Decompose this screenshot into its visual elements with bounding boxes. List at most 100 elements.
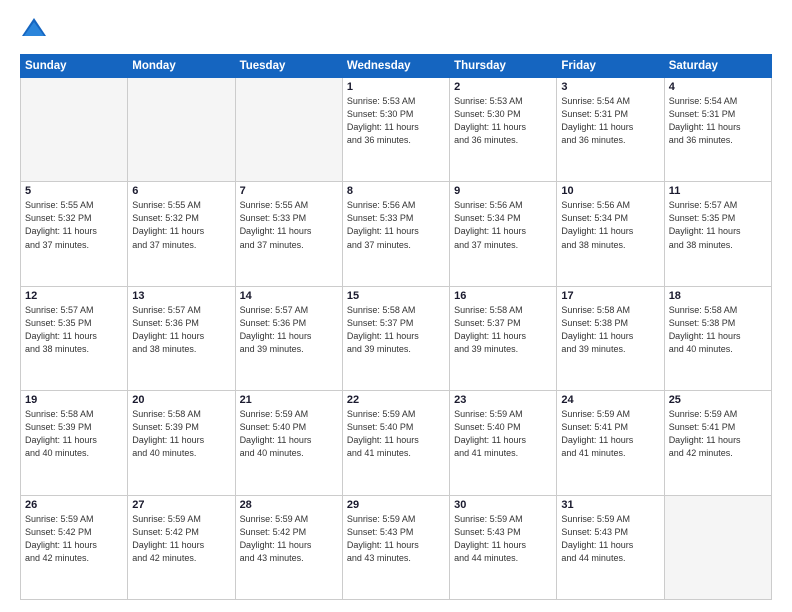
day-info: Sunrise: 5:56 AM Sunset: 5:33 PM Dayligh…	[347, 199, 445, 251]
day-number: 2	[454, 81, 552, 93]
page: SundayMondayTuesdayWednesdayThursdayFrid…	[0, 0, 792, 612]
calendar-table: SundayMondayTuesdayWednesdayThursdayFrid…	[20, 54, 772, 600]
day-number: 6	[132, 185, 230, 197]
header	[20, 16, 772, 44]
calendar-cell: 5 Sunrise: 5:55 AM Sunset: 5:32 PM Daylig…	[21, 182, 128, 286]
calendar-cell: 4 Sunrise: 5:54 AM Sunset: 5:31 PM Daylig…	[664, 78, 771, 182]
day-info: Sunrise: 5:55 AM Sunset: 5:33 PM Dayligh…	[240, 199, 338, 251]
day-info: Sunrise: 5:57 AM Sunset: 5:36 PM Dayligh…	[132, 304, 230, 356]
calendar-cell: 7Sunrise: 5:55 AM Sunset: 5:33 PM Daylig…	[235, 182, 342, 286]
weekday-header-sunday: Sunday	[21, 55, 128, 78]
calendar-cell: 11 Sunrise: 5:57 AM Sunset: 5:35 PM Dayli…	[664, 182, 771, 286]
day-info: Sunrise: 5:57 AM Sunset: 5:35 PM Dayligh…	[669, 199, 767, 251]
day-number: 12	[25, 290, 123, 302]
day-info: Sunrise: 5:56 AM Sunset: 5:34 PM Dayligh…	[561, 199, 659, 251]
day-info: Sunrise: 5:59 AM Sunset: 5:41 PM Dayligh…	[669, 408, 767, 460]
day-info: Sunrise: 5:53 AM Sunset: 5:30 PM Dayligh…	[454, 95, 552, 147]
day-number: 17	[561, 290, 659, 302]
day-info: Sunrise: 5:55 AM Sunset: 5:32 PM Dayligh…	[132, 199, 230, 251]
weekday-header-tuesday: Tuesday	[235, 55, 342, 78]
logo	[20, 16, 52, 44]
day-info: Sunrise: 5:58 AM Sunset: 5:39 PM Dayligh…	[25, 408, 123, 460]
day-info: Sunrise: 5:58 AM Sunset: 5:38 PM Dayligh…	[561, 304, 659, 356]
calendar-cell: 29Sunrise: 5:59 AM Sunset: 5:43 PM Dayli…	[342, 495, 449, 599]
day-info: Sunrise: 5:59 AM Sunset: 5:42 PM Dayligh…	[25, 513, 123, 565]
day-info: Sunrise: 5:59 AM Sunset: 5:43 PM Dayligh…	[561, 513, 659, 565]
calendar-cell: 26 Sunrise: 5:59 AM Sunset: 5:42 PM Dayli…	[21, 495, 128, 599]
calendar-cell: 30 Sunrise: 5:59 AM Sunset: 5:43 PM Dayli…	[450, 495, 557, 599]
day-info: Sunrise: 5:58 AM Sunset: 5:37 PM Dayligh…	[347, 304, 445, 356]
day-info: Sunrise: 5:57 AM Sunset: 5:36 PM Dayligh…	[240, 304, 338, 356]
day-info: Sunrise: 5:59 AM Sunset: 5:41 PM Dayligh…	[561, 408, 659, 460]
day-number: 31	[561, 499, 659, 511]
day-info: Sunrise: 5:56 AM Sunset: 5:34 PM Dayligh…	[454, 199, 552, 251]
day-info: Sunrise: 5:59 AM Sunset: 5:40 PM Dayligh…	[454, 408, 552, 460]
day-info: Sunrise: 5:58 AM Sunset: 5:38 PM Dayligh…	[669, 304, 767, 356]
day-number: 8	[347, 185, 445, 197]
day-info: Sunrise: 5:55 AM Sunset: 5:32 PM Dayligh…	[25, 199, 123, 251]
day-number: 10	[561, 185, 659, 197]
day-number: 13	[132, 290, 230, 302]
day-number: 11	[669, 185, 767, 197]
calendar-week-4: 19 Sunrise: 5:58 AM Sunset: 5:39 PM Dayli…	[21, 391, 772, 495]
calendar-cell: 15Sunrise: 5:58 AM Sunset: 5:37 PM Dayli…	[342, 286, 449, 390]
calendar-cell: 23 Sunrise: 5:59 AM Sunset: 5:40 PM Dayli…	[450, 391, 557, 495]
calendar-cell: 10 Sunrise: 5:56 AM Sunset: 5:34 PM Dayli…	[557, 182, 664, 286]
calendar-cell: 2 Sunrise: 5:53 AM Sunset: 5:30 PM Daylig…	[450, 78, 557, 182]
day-number: 26	[25, 499, 123, 511]
day-number: 5	[25, 185, 123, 197]
weekday-header-thursday: Thursday	[450, 55, 557, 78]
day-number: 27	[132, 499, 230, 511]
calendar-cell: 13 Sunrise: 5:57 AM Sunset: 5:36 PM Dayli…	[128, 286, 235, 390]
day-info: Sunrise: 5:59 AM Sunset: 5:43 PM Dayligh…	[347, 513, 445, 565]
weekday-header-row: SundayMondayTuesdayWednesdayThursdayFrid…	[21, 55, 772, 78]
calendar-cell: 6 Sunrise: 5:55 AM Sunset: 5:32 PM Daylig…	[128, 182, 235, 286]
calendar-cell: 28Sunrise: 5:59 AM Sunset: 5:42 PM Dayli…	[235, 495, 342, 599]
calendar-cell: 21 Sunrise: 5:59 AM Sunset: 5:40 PM Dayli…	[235, 391, 342, 495]
day-info: Sunrise: 5:57 AM Sunset: 5:35 PM Dayligh…	[25, 304, 123, 356]
day-info: Sunrise: 5:58 AM Sunset: 5:39 PM Dayligh…	[132, 408, 230, 460]
day-number: 30	[454, 499, 552, 511]
day-number: 9	[454, 185, 552, 197]
day-number: 4	[669, 81, 767, 93]
calendar-cell: 8 Sunrise: 5:56 AM Sunset: 5:33 PM Daylig…	[342, 182, 449, 286]
calendar-cell: 14Sunrise: 5:57 AM Sunset: 5:36 PM Dayli…	[235, 286, 342, 390]
day-number: 20	[132, 394, 230, 406]
calendar-cell: 22Sunrise: 5:59 AM Sunset: 5:40 PM Dayli…	[342, 391, 449, 495]
logo-icon	[20, 16, 48, 44]
day-info: Sunrise: 5:58 AM Sunset: 5:37 PM Dayligh…	[454, 304, 552, 356]
weekday-header-wednesday: Wednesday	[342, 55, 449, 78]
day-info: Sunrise: 5:59 AM Sunset: 5:40 PM Dayligh…	[240, 408, 338, 460]
day-info: Sunrise: 5:53 AM Sunset: 5:30 PM Dayligh…	[347, 95, 445, 147]
calendar-cell: 16 Sunrise: 5:58 AM Sunset: 5:37 PM Dayli…	[450, 286, 557, 390]
calendar-cell: 27 Sunrise: 5:59 AM Sunset: 5:42 PM Dayli…	[128, 495, 235, 599]
calendar-cell	[235, 78, 342, 182]
calendar-week-2: 5 Sunrise: 5:55 AM Sunset: 5:32 PM Daylig…	[21, 182, 772, 286]
calendar-cell: 31 Sunrise: 5:59 AM Sunset: 5:43 PM Dayli…	[557, 495, 664, 599]
calendar-cell: 1 Sunrise: 5:53 AM Sunset: 5:30 PM Daylig…	[342, 78, 449, 182]
calendar-cell: 9 Sunrise: 5:56 AM Sunset: 5:34 PM Daylig…	[450, 182, 557, 286]
calendar-cell: 3 Sunrise: 5:54 AM Sunset: 5:31 PM Daylig…	[557, 78, 664, 182]
day-number: 19	[25, 394, 123, 406]
day-number: 16	[454, 290, 552, 302]
calendar-cell	[21, 78, 128, 182]
day-info: Sunrise: 5:59 AM Sunset: 5:43 PM Dayligh…	[454, 513, 552, 565]
day-number: 18	[669, 290, 767, 302]
day-info: Sunrise: 5:54 AM Sunset: 5:31 PM Dayligh…	[669, 95, 767, 147]
day-info: Sunrise: 5:59 AM Sunset: 5:42 PM Dayligh…	[132, 513, 230, 565]
calendar-cell: 17 Sunrise: 5:58 AM Sunset: 5:38 PM Dayli…	[557, 286, 664, 390]
day-number: 23	[454, 394, 552, 406]
calendar-week-1: 1 Sunrise: 5:53 AM Sunset: 5:30 PM Daylig…	[21, 78, 772, 182]
day-info: Sunrise: 5:54 AM Sunset: 5:31 PM Dayligh…	[561, 95, 659, 147]
day-number: 24	[561, 394, 659, 406]
calendar-cell: 12 Sunrise: 5:57 AM Sunset: 5:35 PM Dayli…	[21, 286, 128, 390]
day-number: 21	[240, 394, 338, 406]
calendar-week-5: 26 Sunrise: 5:59 AM Sunset: 5:42 PM Dayli…	[21, 495, 772, 599]
day-number: 28	[240, 499, 338, 511]
calendar-cell	[664, 495, 771, 599]
day-number: 1	[347, 81, 445, 93]
day-number: 25	[669, 394, 767, 406]
day-number: 3	[561, 81, 659, 93]
day-info: Sunrise: 5:59 AM Sunset: 5:40 PM Dayligh…	[347, 408, 445, 460]
weekday-header-friday: Friday	[557, 55, 664, 78]
